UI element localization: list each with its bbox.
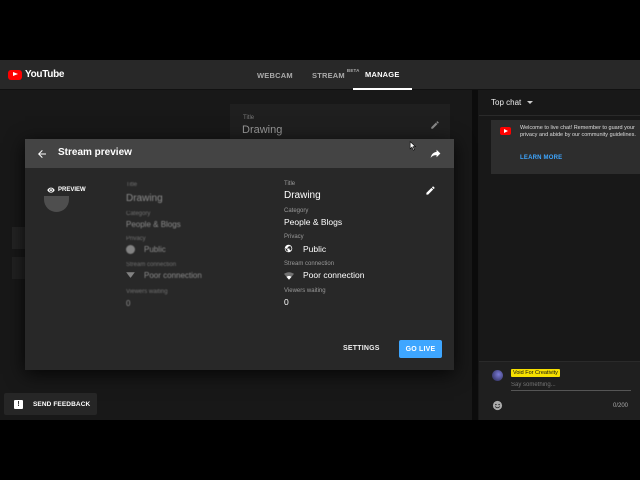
avatar: [492, 370, 503, 381]
ghost-globe-icon: [126, 245, 135, 254]
learn-more-link[interactable]: LEARN MORE: [520, 155, 562, 161]
tab-manage-label: MANAGE: [365, 69, 400, 79]
chat-user-name: Void For Creativity: [511, 369, 560, 377]
chat-header[interactable]: Top chat: [479, 90, 640, 116]
signal-icon: [284, 272, 294, 280]
youtube-logo-text: YouTube: [25, 69, 65, 80]
ghost-connection-label: Stream connection: [126, 262, 177, 268]
ghost-privacy: Public: [144, 245, 166, 254]
ghost-title: Drawing: [126, 193, 163, 204]
send-feedback-label: SEND FEEDBACK: [33, 400, 91, 408]
stream-preview-dialog: Stream preview PREVIEW Title Drawing Cat…: [25, 139, 454, 370]
ghost-connection: Poor connection: [144, 271, 202, 280]
background-title-label: Title: [243, 115, 255, 121]
connection-label: Stream connection: [284, 261, 335, 267]
viewers-count: 0: [284, 297, 289, 307]
screen: YouTube WEBCAM STREAM BETA MANAGE Title …: [0, 60, 640, 420]
stream-title: Drawing: [284, 190, 321, 201]
send-feedback-button[interactable]: ! SEND FEEDBACK: [4, 393, 97, 415]
ghost-title-label: Title: [126, 182, 138, 188]
live-chat-panel: Top chat Welcome to live chat! Remember …: [479, 90, 640, 420]
ghost-category: People & Blogs: [126, 220, 181, 229]
tab-manage[interactable]: MANAGE: [353, 60, 412, 90]
character-count: 0/200: [613, 403, 629, 409]
tab-webcam-label: WEBCAM: [257, 70, 293, 80]
background-title: Drawing: [242, 124, 283, 136]
viewers-label: Viewers waiting: [284, 288, 326, 294]
tab-webcam[interactable]: WEBCAM: [257, 60, 293, 90]
ghost-category-label: Category: [126, 211, 151, 217]
title-label: Title: [284, 181, 296, 187]
go-live-button[interactable]: GO LIVE: [399, 340, 442, 358]
chat-mode-label: Top chat: [491, 98, 522, 107]
edit-pencil-icon[interactable]: [425, 185, 436, 196]
panel-divider: [472, 90, 478, 420]
share-icon[interactable]: [429, 147, 442, 160]
chat-welcome-message: Welcome to live chat! Remember to guard …: [491, 120, 640, 174]
back-arrow-icon[interactable]: [36, 148, 48, 160]
stream-category: People & Blogs: [284, 217, 343, 227]
top-bar: YouTube WEBCAM STREAM BETA MANAGE: [0, 60, 640, 90]
youtube-logo[interactable]: YouTube: [8, 69, 65, 80]
ghost-privacy-label: Privacy: [126, 236, 146, 242]
dialog-title: Stream preview: [58, 147, 132, 158]
chevron-down-icon: [527, 101, 533, 104]
youtube-play-icon: [8, 69, 22, 80]
eye-icon: [47, 187, 55, 193]
preview-thumbnail: [44, 196, 69, 212]
youtube-icon: [500, 127, 511, 135]
preview-text: PREVIEW: [58, 187, 86, 193]
preview-label: PREVIEW: [47, 187, 86, 193]
ghost-signal-icon: [126, 272, 135, 278]
globe-icon: [284, 244, 293, 253]
background-edit-icon: [431, 121, 439, 129]
tab-stream-label: STREAM: [312, 70, 345, 80]
mouse-cursor-icon: [409, 141, 417, 151]
stream-connection: Poor connection: [303, 270, 365, 280]
stream-privacy: Public: [303, 244, 327, 254]
settings-button[interactable]: SETTINGS: [343, 345, 380, 352]
chat-input-area: Void For Creativity 0/200: [479, 361, 640, 420]
welcome-text: Welcome to live chat! Remember to guard …: [520, 125, 636, 138]
ghost-viewers-label: Viewers waiting: [126, 289, 168, 295]
feedback-icon: !: [14, 399, 23, 409]
privacy-label: Privacy: [284, 234, 304, 240]
dialog-header: Stream preview: [25, 139, 454, 168]
emoji-icon[interactable]: [492, 400, 503, 411]
category-label: Category: [284, 208, 309, 214]
chat-message-input[interactable]: [511, 382, 631, 391]
ghost-viewers: 0: [126, 299, 131, 308]
